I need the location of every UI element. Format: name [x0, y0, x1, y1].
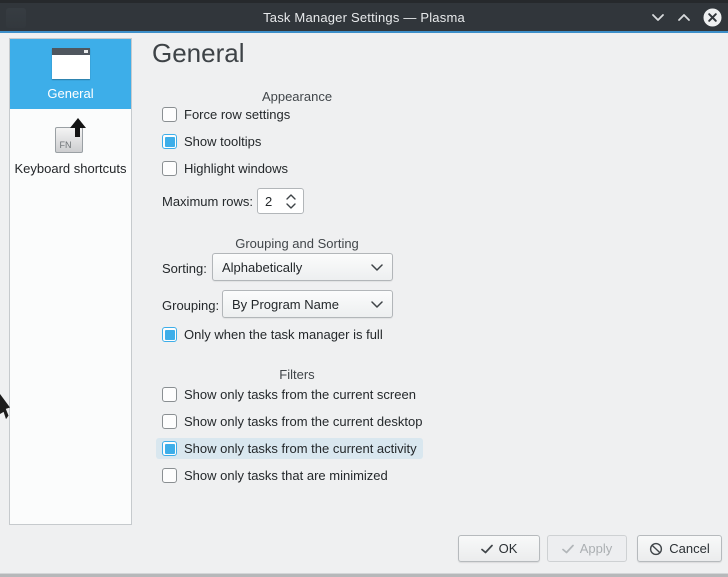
spinner-down-icon[interactable]	[286, 203, 296, 209]
checkbox[interactable]	[162, 468, 177, 483]
checkbox-row-minimized[interactable]: Show only tasks that are minimized	[156, 465, 394, 486]
max-rows-value[interactable]: 2	[258, 194, 286, 209]
checkbox[interactable]	[162, 441, 177, 456]
close-button[interactable]	[703, 8, 722, 27]
checkbox-label: Highlight windows	[184, 161, 288, 176]
checkbox[interactable]	[162, 134, 177, 149]
apply-button[interactable]: Apply	[547, 535, 627, 562]
checkbox[interactable]	[162, 387, 177, 402]
sorting-label: Sorting:	[162, 261, 207, 276]
grouping-label: Grouping:	[162, 298, 219, 313]
check-icon	[481, 544, 493, 554]
window-title: Task Manager Settings — Plasma	[263, 10, 465, 25]
sidebar-item-general[interactable]: General	[10, 39, 131, 109]
sidebar-item-keyboard-shortcuts[interactable]: FN Keyboard shortcuts	[10, 109, 131, 176]
cancel-button[interactable]: Cancel	[637, 535, 722, 562]
ok-button-label: OK	[499, 541, 518, 556]
apply-button-label: Apply	[580, 541, 613, 556]
chevron-down-icon	[371, 264, 383, 272]
sorting-dropdown-value: Alphabetically	[222, 260, 302, 275]
grouping-dropdown-value: By Program Name	[232, 297, 339, 312]
checkbox-label: Show only tasks from the current desktop	[184, 414, 422, 429]
check-icon	[562, 544, 574, 554]
chevron-up-icon	[677, 13, 691, 22]
section-heading-appearance: Appearance	[152, 89, 442, 104]
slashed-circle-icon	[649, 542, 663, 556]
checkbox-label: Force row settings	[184, 107, 290, 122]
checkbox-label: Show only tasks from the current activit…	[184, 441, 417, 456]
cancel-button-label: Cancel	[669, 541, 709, 556]
window-icon	[52, 48, 90, 79]
window-controls	[651, 3, 722, 31]
max-rows-label: Maximum rows:	[162, 194, 253, 209]
titlebar-accent-line	[0, 31, 728, 33]
checkbox[interactable]	[162, 161, 177, 176]
checkbox[interactable]	[162, 327, 177, 342]
checkbox-label: Show only tasks from the current screen	[184, 387, 416, 402]
checkbox-row-force-row-settings[interactable]: Force row settings	[156, 104, 296, 125]
window-menu-icon[interactable]	[6, 8, 26, 28]
checkbox-row-current-activity[interactable]: Show only tasks from the current activit…	[156, 438, 423, 459]
page-title: General	[152, 38, 245, 69]
sidebar: General FN Keyboard shortcuts	[9, 38, 132, 525]
checkbox-label: Only when the task manager is full	[184, 327, 383, 342]
spinner-up-icon[interactable]	[286, 194, 296, 200]
maximize-button[interactable]	[677, 13, 691, 22]
checkbox[interactable]	[162, 414, 177, 429]
grouping-dropdown[interactable]: By Program Name	[222, 290, 393, 318]
circle-x-icon	[703, 8, 722, 27]
minimize-button[interactable]	[651, 13, 665, 22]
fn-key-text: FN	[60, 140, 72, 150]
section-heading-grouping-sorting: Grouping and Sorting	[152, 236, 442, 251]
ok-button[interactable]: OK	[458, 535, 540, 562]
task-manager-settings-window: Task Manager Settings — Plasma General	[0, 0, 728, 577]
max-rows-spinner[interactable]: 2	[257, 188, 304, 214]
checkbox-label: Show tooltips	[184, 134, 261, 149]
chevron-down-icon	[651, 13, 665, 22]
checkbox-row-current-screen[interactable]: Show only tasks from the current screen	[156, 384, 422, 405]
sidebar-item-label: General	[47, 86, 93, 101]
sorting-dropdown[interactable]: Alphabetically	[212, 253, 393, 281]
window-bottom-edge	[0, 573, 728, 577]
fn-key-icon: FN	[53, 118, 89, 154]
chevron-down-icon	[371, 301, 383, 309]
checkbox-row-show-tooltips[interactable]: Show tooltips	[156, 131, 267, 152]
checkbox-row-current-desktop[interactable]: Show only tasks from the current desktop	[156, 411, 428, 432]
checkbox-label: Show only tasks that are minimized	[184, 468, 388, 483]
sidebar-item-label: Keyboard shortcuts	[14, 161, 126, 176]
checkbox-row-only-when-full[interactable]: Only when the task manager is full	[156, 324, 389, 345]
checkbox[interactable]	[162, 107, 177, 122]
titlebar[interactable]: Task Manager Settings — Plasma	[0, 0, 728, 31]
section-heading-filters: Filters	[152, 367, 442, 382]
checkbox-row-highlight-windows[interactable]: Highlight windows	[156, 158, 294, 179]
